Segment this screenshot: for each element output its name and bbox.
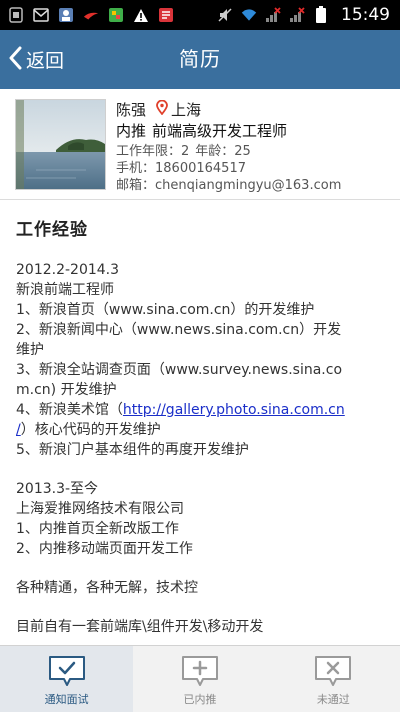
warning-icon — [133, 7, 149, 23]
tab-referred[interactable]: 已内推 — [133, 646, 266, 712]
resume-content[interactable]: 陈强 上海 内推 前端高级开发工程师 工作年限：2 年龄：25 手机：1860016… — [0, 89, 400, 645]
candidate-email: 邮箱：chenqiangmingyu@163.com — [116, 178, 342, 193]
job1-item-3-cont: m.cn) 开发维护 — [16, 382, 117, 398]
job1-item-4-prefix: 4、新浪美术馆（ — [16, 402, 123, 418]
tab-label: 已内推 — [183, 693, 217, 706]
gallery-link[interactable]: http://gallery.photo.sina.com.cn — [123, 402, 345, 418]
clock-time: 15:49 — [341, 5, 390, 25]
divider — [0, 199, 400, 200]
back-label: 返回 — [26, 50, 65, 72]
job2-item-2: 2、内推移动端页面开发工作 — [16, 541, 193, 557]
job1-item-5: 5、新浪门户基本组件的再度开发维护 — [16, 442, 249, 458]
job1-item-3: 3、新浪全站调查页面（www.survey.news.sina.co — [16, 362, 343, 378]
job2-company: 上海爱推网络技术有限公司 — [16, 501, 184, 517]
note-skills: 各种精通，各种无解，技术控 — [16, 580, 198, 596]
job-prefix: 内推 — [116, 122, 147, 140]
signal-icon — [289, 7, 305, 23]
tab-label: 未通过 — [316, 693, 350, 706]
status-bar: 15:49 — [0, 0, 400, 30]
candidate-name: 陈强 — [116, 100, 147, 119]
job1-item-4-suffix: ）核心代码的开发维护 — [20, 422, 161, 438]
chat-x-icon — [314, 655, 352, 687]
avatar — [15, 99, 106, 190]
job1-role: 新浪前端工程师 — [16, 282, 114, 298]
years-of-experience: 工作年限：2 — [116, 144, 190, 159]
work-experience-section: 工作经验 2012.2-2014.3 新浪前端工程师 1、新浪首页（www.si… — [16, 215, 390, 637]
bottom-tab-bar: 通知面试 已内推 未通过 — [0, 645, 400, 712]
job1-period: 2012.2-2014.3 — [16, 262, 120, 278]
news-icon — [158, 7, 174, 23]
note-library: 目前自有一套前端库\组件开发\移动开发 — [16, 619, 264, 635]
job1-item-1: 1、新浪首页（www.sina.com.cn）的开发维护 — [16, 302, 315, 318]
chat-plus-icon — [181, 655, 219, 687]
job1-item-2: 2、新浪新闻中心（www.news.sina.com.cn）开发 — [16, 322, 342, 338]
image-icon — [58, 7, 74, 23]
battery-icon — [313, 6, 329, 23]
section-title: 工作经验 — [16, 220, 88, 240]
tab-label: 通知面试 — [44, 693, 89, 706]
bird-icon — [83, 7, 99, 23]
app-header: 返回 简历 — [0, 30, 400, 89]
chevron-left-icon — [8, 46, 22, 74]
app-icon — [108, 7, 124, 23]
wifi-icon — [241, 7, 257, 23]
location-pin-icon — [156, 99, 168, 119]
candidate-phone: 手机：18600164517 — [116, 161, 246, 176]
job1-item-4-cont: /）核心代码的开发维护 — [16, 420, 390, 440]
chat-check-icon — [48, 655, 86, 687]
mute-icon — [217, 7, 233, 23]
signal-icon — [265, 7, 281, 23]
job-title: 前端高级开发工程师 — [152, 122, 288, 140]
profile-card: 陈强 上海 内推 前端高级开发工程师 工作年限：2 年龄：25 手机：1860016… — [15, 99, 390, 193]
job2-item-1: 1、内推首页全新改版工作 — [16, 521, 179, 537]
mail-icon — [33, 7, 49, 23]
job2-period: 2013.3-至今 — [16, 481, 99, 497]
sim-card-icon — [8, 7, 24, 23]
back-button[interactable]: 返回 — [8, 30, 64, 89]
candidate-location: 上海 — [171, 100, 202, 119]
tab-rejected[interactable]: 未通过 — [267, 646, 400, 712]
candidate-age: 年龄：25 — [195, 144, 251, 159]
job1-item-4: 4、新浪美术馆（http://gallery.photo.sina.com.cn — [16, 400, 390, 420]
job1-item-2-cont: 维护 — [16, 342, 44, 358]
tab-interview-notice[interactable]: 通知面试 — [0, 646, 134, 712]
